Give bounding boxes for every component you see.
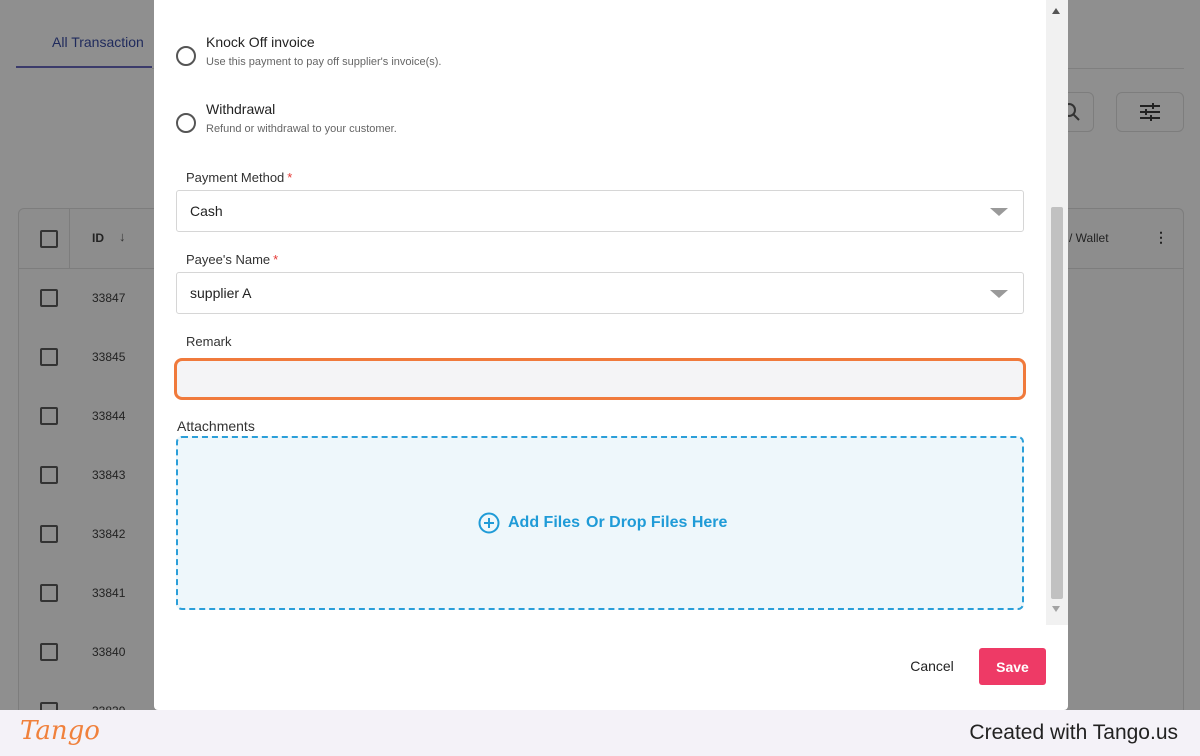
filter-button[interactable] [1116, 92, 1184, 132]
row-id: 33844 [92, 409, 126, 423]
tango-logo: Tango [20, 716, 100, 746]
tab-all-transaction[interactable]: All Transaction [16, 22, 152, 68]
id-column-header[interactable]: ID [92, 231, 104, 245]
payee-name-select[interactable]: supplier A [176, 272, 1024, 314]
add-files-link[interactable]: Add Files [508, 514, 580, 532]
row-id: 33840 [92, 645, 126, 659]
row-id: 33841 [92, 586, 126, 600]
option-title: Withdrawal [206, 101, 276, 117]
row-id: 33847 [92, 291, 126, 305]
column-menu-icon[interactable]: ⋮ [1154, 229, 1168, 246]
radio-button[interactable] [176, 113, 196, 133]
payment-modal: Knock Off invoice Use this payment to pa… [154, 0, 1068, 710]
filter-sliders-icon [1140, 103, 1160, 121]
row-checkbox[interactable] [40, 348, 58, 366]
row-checkbox[interactable] [40, 407, 58, 425]
payment-method-select[interactable]: Cash [176, 190, 1024, 232]
tango-footer: Tango Created with Tango.us [0, 710, 1200, 756]
remark-input[interactable] [174, 358, 1026, 400]
attachments-label: Attachments [177, 418, 255, 434]
payee-name-value: supplier A [190, 285, 252, 301]
modal-scroll-area[interactable]: Knock Off invoice Use this payment to pa… [154, 0, 1068, 625]
modal-scrollbar[interactable] [1046, 0, 1068, 625]
payee-name-label: Payee's Name * [186, 252, 278, 267]
tab-label: All Transaction [52, 34, 144, 50]
row-checkbox[interactable] [40, 584, 58, 602]
arrow-down-icon[interactable]: ↓ [119, 229, 126, 244]
drop-files-text: Or Drop Files Here [586, 514, 728, 531]
option-knock-off-invoice[interactable]: Knock Off invoice Use this payment to pa… [174, 34, 674, 78]
save-button[interactable]: Save [979, 648, 1046, 685]
dropdown-caret-icon [990, 290, 1008, 298]
row-id: 33845 [92, 350, 126, 364]
cancel-button[interactable]: Cancel [892, 648, 972, 684]
option-withdrawal[interactable]: Withdrawal Refund or withdrawal to your … [174, 101, 674, 145]
scroll-up-arrow-icon[interactable] [1052, 8, 1060, 14]
payee-name-label-text: Payee's Name [186, 252, 271, 267]
row-checkbox[interactable] [40, 643, 58, 661]
remark-label: Remark [186, 334, 232, 349]
required-marker: * [273, 252, 279, 267]
row-checkbox[interactable] [40, 289, 58, 307]
header-divider [69, 209, 70, 269]
dropzone-content[interactable]: Add Files Or Drop Files Here [478, 512, 727, 534]
row-id: 33842 [92, 527, 126, 541]
scrollbar-thumb[interactable] [1051, 207, 1063, 599]
required-marker: * [287, 170, 293, 185]
row-checkbox[interactable] [40, 466, 58, 484]
payment-method-label-text: Payment Method [186, 170, 285, 185]
created-with-text: Created with Tango.us [969, 721, 1178, 744]
payment-method-value: Cash [190, 203, 223, 219]
payment-method-label: Payment Method * [186, 170, 292, 185]
wallet-column-header: / Wallet [1069, 231, 1109, 245]
option-subtitle: Refund or withdrawal to your customer. [206, 123, 397, 135]
option-subtitle: Use this payment to pay off supplier's i… [206, 56, 442, 68]
option-title: Knock Off invoice [206, 34, 315, 50]
radio-button[interactable] [176, 46, 196, 66]
scroll-down-arrow-icon[interactable] [1052, 606, 1060, 612]
row-checkbox[interactable] [40, 525, 58, 543]
add-circle-icon[interactable] [478, 512, 500, 534]
select-all-checkbox[interactable] [40, 230, 58, 248]
row-id: 33843 [92, 468, 126, 482]
file-dropzone[interactable]: Add Files Or Drop Files Here [176, 436, 1024, 610]
dropdown-caret-icon [990, 208, 1008, 216]
